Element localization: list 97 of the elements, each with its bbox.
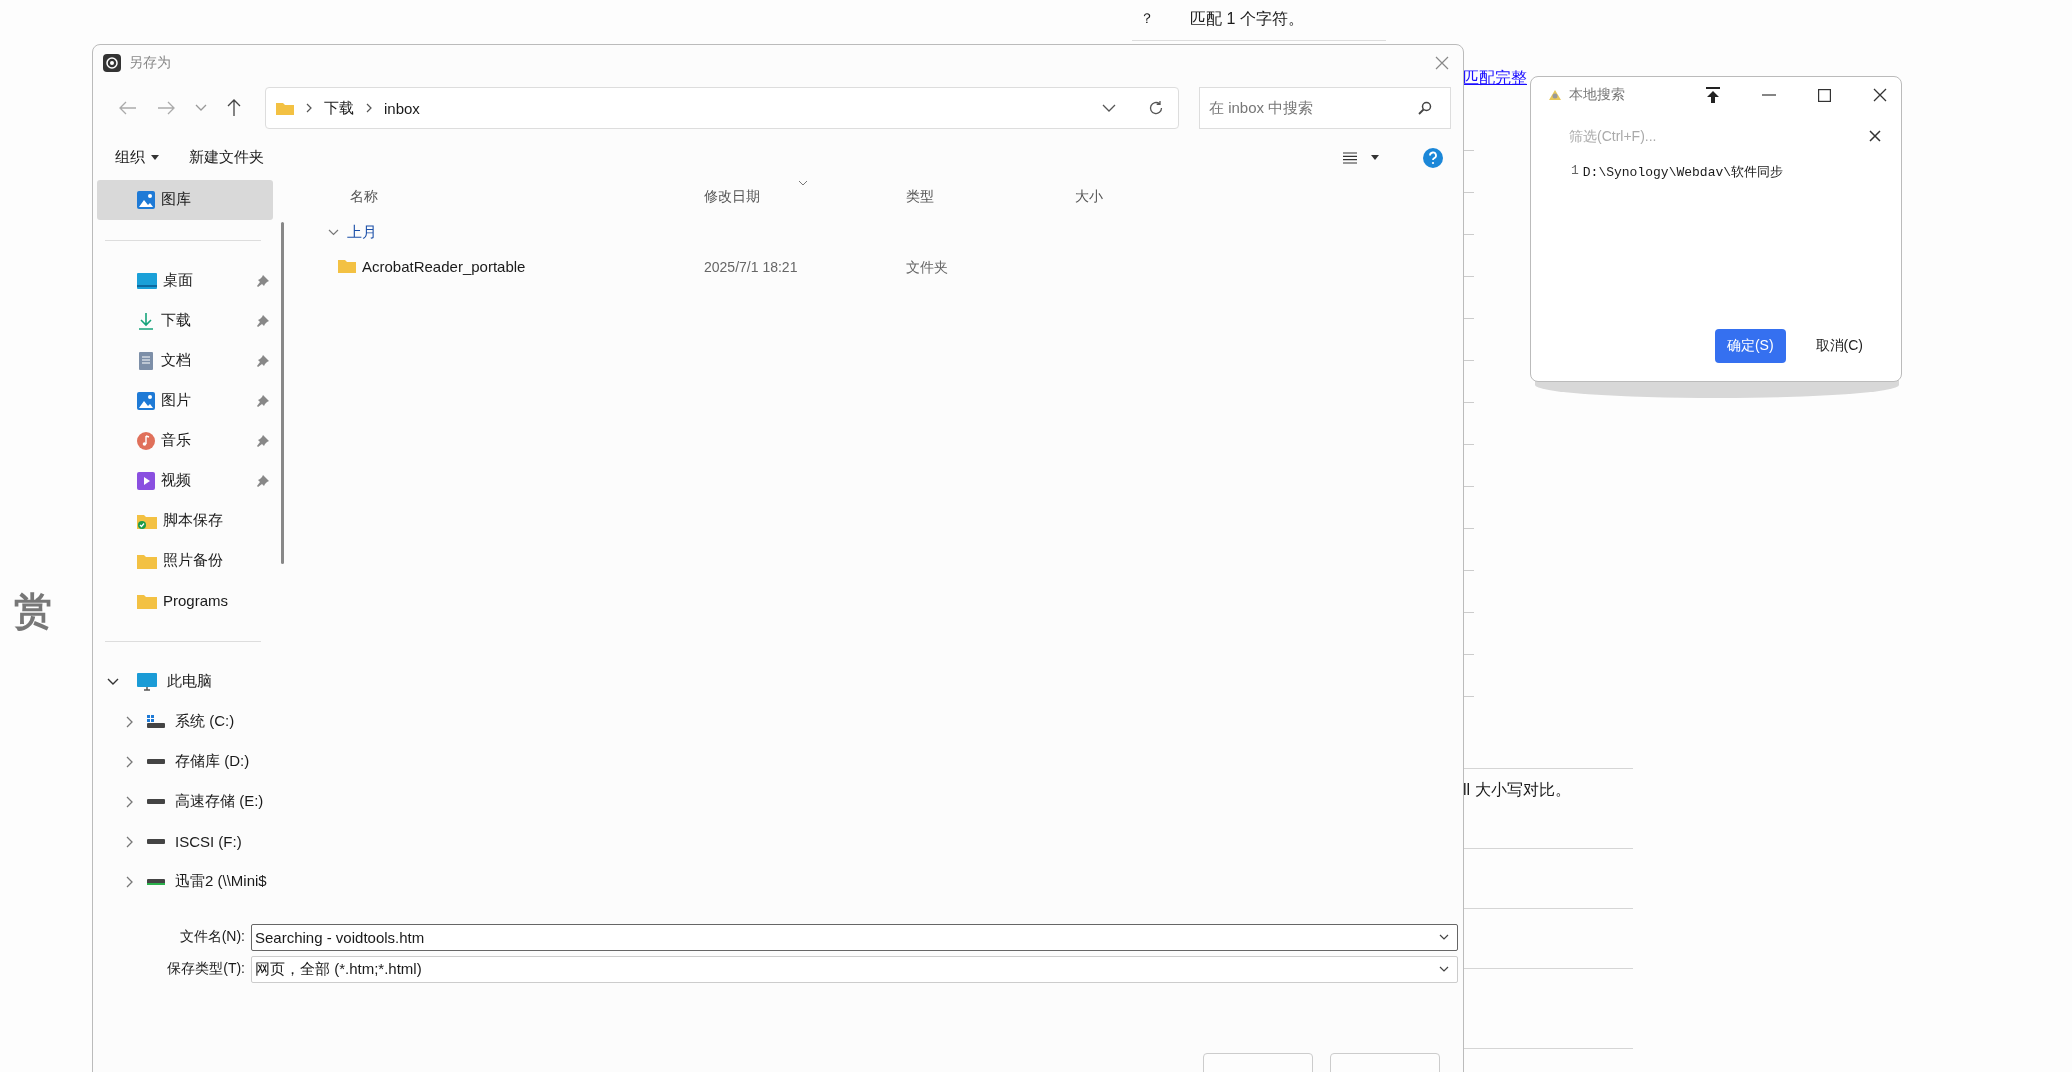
chevron-right-icon xyxy=(366,103,372,114)
drive-icon xyxy=(147,715,165,729)
maximize-icon[interactable] xyxy=(1818,88,1831,102)
file-name-label: 文件名(N): xyxy=(178,928,246,947)
back-icon[interactable] xyxy=(119,101,137,116)
video-icon xyxy=(137,471,155,490)
download-icon xyxy=(137,311,155,330)
window-title: 本地搜索 xyxy=(1569,86,1625,104)
sidebar-item[interactable]: 迅雷2 (\\Mini$ xyxy=(97,861,273,902)
pin-icon[interactable] xyxy=(257,274,269,287)
caret-icon[interactable] xyxy=(1371,155,1379,161)
sidebar-item[interactable]: 脚本保存 xyxy=(97,500,273,541)
clear-icon[interactable] xyxy=(1869,130,1881,142)
desktop-icon xyxy=(137,272,157,289)
chevron-right-icon[interactable] xyxy=(125,795,133,808)
pin-icon[interactable] xyxy=(257,434,269,447)
file-type-dropdown[interactable]: 网页，全部 (*.htm;*.html) xyxy=(251,956,1458,983)
chevron-right-icon[interactable] xyxy=(125,715,133,728)
music-icon xyxy=(137,431,155,450)
chevron-right-icon[interactable] xyxy=(125,755,133,768)
forward-icon[interactable] xyxy=(157,101,175,116)
drive-icon xyxy=(147,839,165,845)
search-field[interactable]: 在 inbox 中搜索 xyxy=(1199,87,1451,130)
text-fragment: ll 大小写对比。 xyxy=(1463,780,1571,800)
line-number: 1 xyxy=(1571,163,1579,180)
sidebar-item[interactable]: 高速存储 (E:) xyxy=(97,781,273,822)
result-path[interactable]: D:\Synology\Webdav\软件同步 xyxy=(1582,163,1784,181)
confirm-button[interactable]: 确定(S) xyxy=(1714,329,1786,363)
refresh-icon[interactable] xyxy=(1148,100,1164,117)
link[interactable]: 匹配完整 xyxy=(1463,68,1527,89)
chevron-down-icon[interactable] xyxy=(107,677,119,686)
file-name-field[interactable]: Searching - voidtools.htm xyxy=(251,924,1458,951)
drive-icon xyxy=(147,878,165,885)
sidebar-item[interactable]: 存储库 (D:) xyxy=(97,741,273,782)
synced-folder-icon xyxy=(137,512,157,529)
chevron-down-icon[interactable] xyxy=(1102,104,1116,113)
toolbar-button[interactable]: 新建文件夹 xyxy=(189,148,264,168)
file-type-label: 保存类型(T): xyxy=(166,960,246,979)
sidebar-item[interactable]: 此电脑 xyxy=(97,661,273,702)
chevron-right-icon[interactable] xyxy=(125,835,133,848)
column-header[interactable]: 名称 xyxy=(350,187,378,206)
app-icon xyxy=(1547,88,1563,102)
column-header[interactable]: 修改日期 xyxy=(704,187,760,206)
chevron-down-icon[interactable] xyxy=(1439,966,1449,973)
drive-icon xyxy=(147,759,165,765)
toolbar-button[interactable]: 组织 xyxy=(115,148,159,168)
breadcrumb-item[interactable]: 下载 xyxy=(324,98,354,118)
file-name: AcrobatReader_portable xyxy=(362,257,526,275)
folder-icon xyxy=(276,101,294,116)
pictures-icon xyxy=(137,391,155,410)
wildcard-symbol: ？ xyxy=(1140,10,1154,28)
sidebar-item[interactable]: ISCSI (F:) xyxy=(97,821,273,862)
page-heading-fragment: 赏 xyxy=(14,587,52,635)
gallery-icon xyxy=(137,190,155,209)
address-bar[interactable]: 下载 inbox xyxy=(265,87,1179,130)
folder-icon xyxy=(137,552,157,569)
up-icon[interactable] xyxy=(227,99,241,118)
sort-caret-icon xyxy=(798,179,808,186)
pin-icon[interactable] xyxy=(257,474,269,487)
column-header[interactable]: 类型 xyxy=(906,187,934,206)
sidebar-item[interactable]: 下载 xyxy=(97,300,273,341)
search-icon[interactable] xyxy=(1418,101,1432,116)
folder-icon xyxy=(338,259,356,274)
wildcard-description: 匹配 1 个字符。 xyxy=(1190,9,1304,29)
sidebar-item[interactable]: 桌面 xyxy=(97,260,273,301)
sidebar-item[interactable]: 图片 xyxy=(97,380,273,421)
sidebar-item[interactable]: 图库 xyxy=(97,179,273,220)
folder-icon xyxy=(137,592,157,609)
chevron-right-icon xyxy=(306,103,312,114)
drive-icon xyxy=(147,799,165,805)
list-view-icon[interactable] xyxy=(1343,151,1357,164)
file-type: 文件夹 xyxy=(906,258,948,277)
pin-icon[interactable] xyxy=(257,314,269,327)
sidebar-item[interactable]: 系统 (C:) xyxy=(97,701,273,742)
pin-icon[interactable] xyxy=(257,354,269,367)
document-icon xyxy=(137,351,155,370)
group-header[interactable]: 上月 xyxy=(310,213,1463,252)
breadcrumb-item[interactable]: inbox xyxy=(384,99,420,117)
sidebar-item[interactable]: 视频 xyxy=(97,460,273,501)
close-icon[interactable] xyxy=(1873,88,1887,102)
file-row[interactable]: AcrobatReader_portable 2025/7/1 18:21 文件夹 xyxy=(310,251,1463,284)
chevron-right-icon[interactable] xyxy=(125,875,133,888)
pin-on-top-icon[interactable] xyxy=(1706,87,1720,103)
pin-icon[interactable] xyxy=(257,394,269,407)
cancel-button[interactable]: 取消(C) xyxy=(1803,329,1875,363)
sidebar-item[interactable]: 照片备份 xyxy=(97,540,273,581)
column-header[interactable]: 大小 xyxy=(1075,187,1103,206)
file-date: 2025/7/1 18:21 xyxy=(704,258,798,275)
window-title: 另存为 xyxy=(129,53,171,72)
monitor-icon xyxy=(137,672,157,691)
sidebar-item[interactable]: Programs xyxy=(97,580,273,621)
sidebar-item[interactable]: 音乐 xyxy=(97,420,273,461)
help-icon[interactable] xyxy=(1423,147,1443,168)
chevron-down-icon[interactable] xyxy=(1439,934,1449,941)
app-icon xyxy=(103,53,121,72)
filter-field[interactable]: 筛选(Ctrl+F)... xyxy=(1567,127,1869,145)
sidebar-item[interactable]: 文档 xyxy=(97,340,273,381)
